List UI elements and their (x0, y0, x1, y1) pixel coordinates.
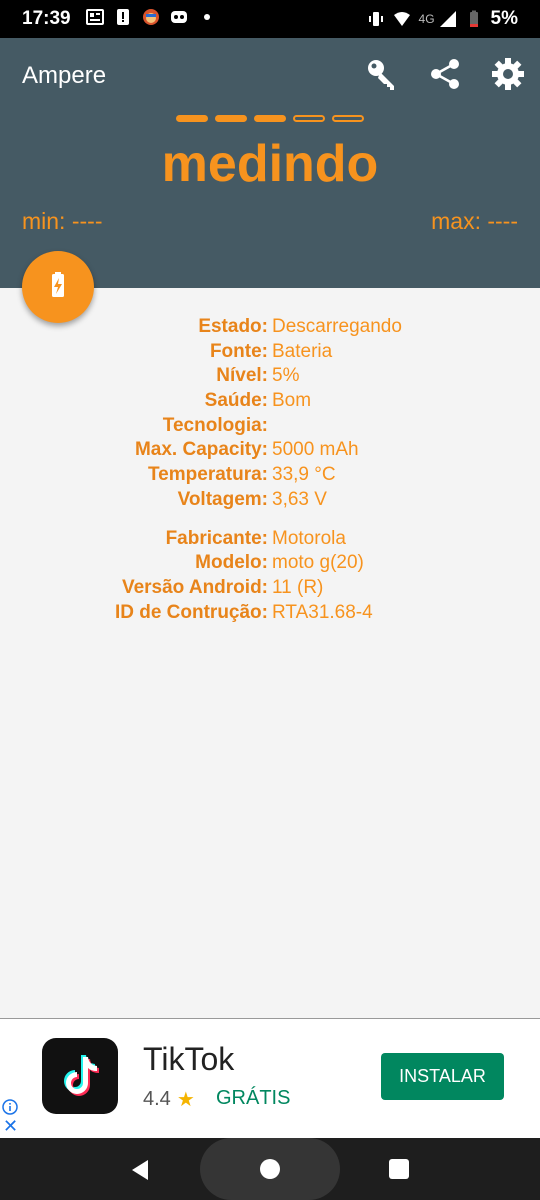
progress-dash (293, 115, 325, 122)
progress-dash (332, 115, 364, 122)
game-avatar-icon (142, 8, 160, 26)
signal-icon (439, 10, 457, 28)
vibrate-icon (367, 10, 385, 28)
alert-icon (114, 8, 132, 26)
ad-rating: 4.4 ★ (143, 1087, 195, 1112)
max-current-label: max: ---- (431, 208, 518, 234)
info-row: Estado: Descarregando (0, 315, 540, 340)
status-time: 17:39 (22, 8, 71, 29)
battery-icon (465, 10, 483, 28)
system-icons: 4G 5% (367, 8, 518, 30)
min-current-label: min: ---- (22, 208, 103, 234)
info-row: Modelo: moto g(20) (0, 551, 540, 576)
info-label: Voltagem: (177, 488, 268, 510)
info-row: Tecnologia: (0, 414, 540, 439)
share-icon (428, 57, 462, 96)
ad-banner[interactable]: TikTok 4.4 ★ GRÁTIS INSTALAR ✕ (0, 1019, 540, 1138)
info-row: Voltagem: 3,63 V (0, 488, 540, 513)
dot-icon (198, 8, 216, 26)
battery-fab-button[interactable] (22, 251, 94, 323)
app-header: Ampere medindo min: ---- max: ---- (0, 38, 540, 288)
star-icon: ★ (176, 1089, 195, 1111)
progress-dash (176, 115, 208, 122)
battery-charging-icon (43, 270, 73, 305)
info-label: Modelo: (195, 552, 268, 574)
battery-percent: 5% (490, 8, 518, 29)
ad-close-icon[interactable]: ✕ (3, 1116, 18, 1137)
info-row: Saúde: Bom (0, 389, 540, 414)
info-value: Motorola (272, 527, 346, 549)
info-row: ID de Contrução: RTA31.68-4 (0, 601, 540, 626)
info-row: Nível: 5% (0, 364, 540, 389)
ad-info-icon[interactable] (2, 1099, 18, 1115)
home-button[interactable] (260, 1159, 280, 1179)
key-button[interactable] (362, 56, 402, 96)
info-label: Estado: (198, 316, 268, 337)
info-row: Max. Capacity: 5000 mAh (0, 438, 540, 463)
install-button[interactable]: INSTALAR (381, 1053, 504, 1100)
ad-rating-value: 4.4 (143, 1088, 171, 1110)
info-value (268, 414, 272, 439)
info-value: 11 (R) (272, 576, 324, 598)
info-label: Fonte: (209, 340, 268, 362)
messenger-icon (170, 8, 188, 26)
info-value: Bom (272, 390, 312, 412)
app-title: Ampere (22, 62, 107, 89)
info-value: RTA31.68-4 (272, 601, 373, 623)
info-value: 5% (272, 365, 300, 387)
info-label: Versão Android: (121, 576, 268, 598)
progress-dash (254, 115, 286, 122)
info-row: Versão Android: 11 (R) (0, 576, 540, 601)
share-button[interactable] (425, 56, 465, 96)
battery-info-list: Estado: Descarregando Fonte: Bateria Nível: 5… (0, 315, 540, 625)
measurement-status: medindo (161, 135, 379, 193)
tiktok-logo-icon[interactable] (42, 1038, 118, 1114)
settings-icon (491, 57, 525, 96)
recents-button[interactable] (389, 1159, 409, 1179)
info-value: 3,63 V (272, 488, 327, 510)
info-label: Tecnologia: (162, 414, 268, 436)
info-label: Nível: (216, 365, 268, 387)
progress-dash (215, 115, 247, 122)
info-value: 33,9 °C (272, 464, 336, 486)
newspaper-icon (86, 8, 104, 26)
info-label: ID de Contrução: (114, 601, 268, 623)
info-value: Bateria (272, 340, 333, 362)
info-value: moto g(20) (272, 552, 364, 574)
wifi-icon (393, 10, 411, 28)
network-type-label: 4G (418, 12, 435, 26)
info-row: Temperatura: 33,9 °C (0, 463, 540, 488)
system-nav-bar (0, 1138, 540, 1200)
ad-price-label: GRÁTIS (216, 1087, 291, 1109)
info-label: Fabricante: (165, 527, 268, 549)
notification-icons (86, 8, 216, 26)
info-label: Max. Capacity: (134, 439, 268, 461)
info-value: 5000 mAh (272, 439, 359, 461)
info-label: Temperatura: (147, 464, 268, 486)
status-bar: 17:39 4G 5% (0, 0, 540, 38)
info-row: Fonte: Bateria (0, 340, 540, 365)
info-value: Descarregando (272, 316, 402, 337)
key-icon (365, 57, 399, 96)
info-row: Fabricante: Motorola (0, 527, 540, 552)
measurement-progress (176, 115, 364, 122)
back-button[interactable] (128, 1158, 152, 1182)
ad-app-name[interactable]: TikTok (143, 1041, 234, 1078)
info-label: Saúde: (204, 390, 268, 412)
settings-button[interactable] (488, 56, 528, 96)
